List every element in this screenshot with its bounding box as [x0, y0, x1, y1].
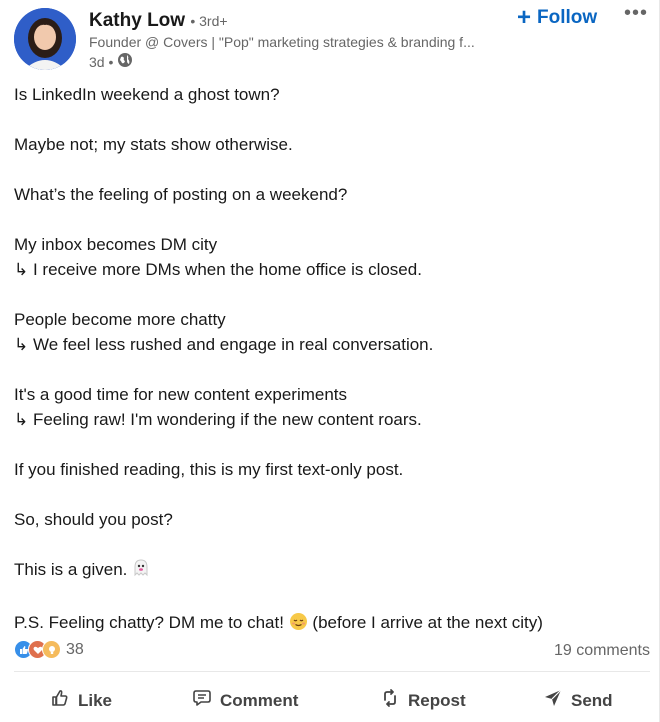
- post-line-text: P.S. Feeling chatty? DM me to chat!: [14, 613, 284, 632]
- ghost-emoji-icon: [132, 558, 150, 585]
- post-meta: 3d •: [89, 52, 133, 71]
- post-line: People become more chatty: [14, 310, 226, 329]
- repost-icon: [380, 688, 400, 713]
- author-name[interactable]: Kathy Low: [89, 10, 185, 31]
- feed-post: Kathy Low • 3rd+ Founder @ Covers | "Pop…: [0, 0, 660, 722]
- like-button[interactable]: Like: [50, 688, 112, 713]
- post-line: What’s the feeling of posting on a weeke…: [14, 185, 348, 204]
- avatar[interactable]: [14, 8, 76, 70]
- post-line-text: (before I arrive at the next city): [312, 613, 543, 632]
- post-line: So, should you post?: [14, 510, 173, 529]
- comment-icon: [192, 688, 212, 713]
- send-icon: [543, 688, 563, 713]
- relieved-face-emoji-icon: [289, 612, 308, 638]
- follow-button[interactable]: + Follow: [517, 6, 597, 30]
- post-line-ps: P.S. Feeling chatty? DM me to chat! (bef…: [14, 610, 644, 638]
- more-icon[interactable]: •••: [624, 2, 648, 25]
- plus-icon: +: [517, 4, 532, 31]
- post-line: ↳ I receive more DMs when the home offic…: [14, 260, 422, 279]
- post-line: ↳ We feel less rushed and engage in real…: [14, 335, 434, 354]
- post-actions-bar: Like Comment Repost Send: [0, 680, 660, 722]
- send-button[interactable]: Send: [543, 688, 613, 713]
- post-line: My inbox becomes DM city: [14, 235, 218, 254]
- repost-button[interactable]: Repost: [380, 688, 466, 713]
- post-line: Maybe not; my stats show otherwise.: [14, 135, 293, 154]
- repost-label: Repost: [408, 690, 466, 710]
- post-line: Is LinkedIn weekend a ghost town?: [14, 85, 280, 104]
- post-line: ↳ Feeling raw! I'm wondering if the new …: [14, 410, 422, 429]
- post-line-text: This is a given.: [14, 560, 128, 579]
- author-headline: Founder @ Covers | "Pop" marketing strat…: [89, 34, 475, 50]
- post-line: If you finished reading, this is my firs…: [14, 460, 404, 479]
- author-name-line[interactable]: Kathy Low • 3rd+: [89, 10, 228, 32]
- reactions-summary[interactable]: 38: [14, 640, 84, 659]
- post-text: Is LinkedIn weekend a ghost town? Maybe …: [14, 82, 644, 638]
- post-time: 3d •: [89, 53, 114, 70]
- like-label: Like: [78, 690, 113, 710]
- insightful-reaction-icon: [42, 640, 61, 659]
- connection-degree: • 3rd+: [190, 13, 228, 29]
- comments-count[interactable]: 19 comments: [554, 642, 650, 660]
- follow-label: Follow: [537, 7, 598, 28]
- comment-button[interactable]: Comment: [192, 688, 298, 713]
- post-line-ghost: This is a given.: [14, 557, 644, 585]
- comment-label: Comment: [220, 690, 299, 710]
- divider: [14, 671, 650, 672]
- send-label: Send: [571, 690, 613, 710]
- post-line: It's a good time for new content experim…: [14, 385, 348, 404]
- reaction-count[interactable]: 38: [66, 641, 84, 659]
- like-icon: [50, 688, 70, 713]
- globe-icon: [117, 52, 133, 71]
